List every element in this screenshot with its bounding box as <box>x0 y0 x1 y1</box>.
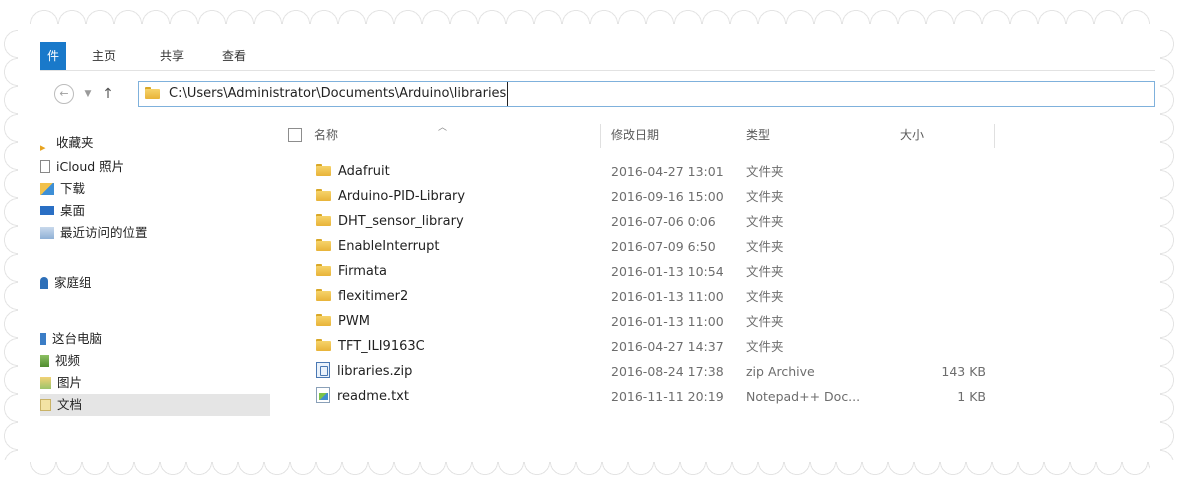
up-button[interactable]: ↑ <box>98 84 118 104</box>
file-size: 1 KB <box>957 389 986 404</box>
file-row[interactable]: libraries.zip 2016-08-24 17:38 zip Archi… <box>288 359 1155 384</box>
file-date: 2016-09-16 15:00 <box>611 189 724 204</box>
file-name: flexitimer2 <box>338 289 409 304</box>
folder-icon <box>316 163 331 176</box>
star-icon: ▸ <box>40 140 46 154</box>
download-icon <box>40 182 54 195</box>
recent-icon <box>40 226 54 239</box>
nav-item-videos[interactable]: 视频 <box>40 350 80 372</box>
file-date: 2016-01-13 10:54 <box>611 264 724 279</box>
tab-file[interactable]: 件 <box>40 42 66 70</box>
folder-icon <box>316 313 331 326</box>
computer-icon <box>40 332 46 345</box>
sort-ascending-icon: ︿ <box>438 123 448 133</box>
desktop-icon <box>40 206 54 215</box>
file-type: 文件夹 <box>746 289 784 304</box>
torn-edge-right <box>1160 30 1178 460</box>
file-date: 2016-08-24 17:38 <box>611 364 724 379</box>
torn-edge-bottom <box>30 462 1150 478</box>
file-name: PWM <box>338 314 370 329</box>
column-header-type[interactable]: 类型 <box>746 122 770 148</box>
file-type: 文件夹 <box>746 314 784 329</box>
column-divider[interactable] <box>600 124 601 148</box>
video-icon <box>40 354 49 367</box>
recent-locations-dropdown[interactable]: ▼ <box>78 84 98 104</box>
folder-icon <box>316 288 331 301</box>
file-name: Firmata <box>338 264 387 279</box>
torn-edge-top <box>30 6 1150 24</box>
file-date: 2016-11-11 20:19 <box>611 389 724 404</box>
file-name: Arduino-PID-Library <box>338 189 466 204</box>
text-file-icon <box>316 386 330 403</box>
file-date: 2016-04-27 13:01 <box>611 164 724 179</box>
folder-icon <box>316 263 331 276</box>
column-header-row: ︿ 名称 修改日期 类型 大小 <box>288 122 1155 148</box>
photo-icon <box>40 160 50 173</box>
file-date: 2016-01-13 11:00 <box>611 314 724 329</box>
file-date: 2016-07-06 0:06 <box>611 214 716 229</box>
folder-icon <box>316 188 331 201</box>
file-row[interactable]: flexitimer2 2016-01-13 11:00 文件夹 <box>288 284 1155 309</box>
nav-item-documents[interactable]: 文档 <box>40 394 270 416</box>
nav-item-downloads[interactable]: 下载 <box>40 178 85 200</box>
file-name: DHT_sensor_library <box>338 214 464 229</box>
nav-item-this-pc[interactable]: 这台电脑 <box>40 328 102 350</box>
file-name: libraries.zip <box>337 364 413 379</box>
folder-icon <box>145 87 160 99</box>
nav-item-icloud-photos[interactable]: iCloud 照片 <box>40 156 124 178</box>
file-type: 文件夹 <box>746 214 784 229</box>
column-header-size[interactable]: 大小 <box>900 122 924 148</box>
navigation-pane: ▸ 收藏夹 iCloud 照片 下载 桌面 最近访问的位置 家庭组 这台电脑 视频… <box>40 128 270 457</box>
folder-icon <box>316 338 331 351</box>
file-date: 2016-01-13 11:00 <box>611 289 724 304</box>
ribbon-tabs: 件 主页 共享 查看 <box>40 42 1155 71</box>
file-size: 143 KB <box>941 364 986 379</box>
file-type: 文件夹 <box>746 189 784 204</box>
select-all-checkbox[interactable] <box>288 128 302 142</box>
tab-share[interactable]: 共享 <box>160 46 184 66</box>
file-row[interactable]: Adafruit 2016-04-27 13:01 文件夹 <box>288 159 1155 184</box>
tab-home[interactable]: 主页 <box>92 46 116 66</box>
file-type: zip Archive <box>746 364 815 379</box>
back-button[interactable]: ← <box>54 84 74 104</box>
file-type: 文件夹 <box>746 239 784 254</box>
nav-item-favorites[interactable]: ▸ 收藏夹 <box>40 132 94 154</box>
column-header-date[interactable]: 修改日期 <box>611 122 659 148</box>
nav-item-pictures[interactable]: 图片 <box>40 372 82 394</box>
file-type: 文件夹 <box>746 264 784 279</box>
address-bar[interactable]: C:\Users\Administrator\Documents\Arduino… <box>138 81 1155 107</box>
file-row[interactable]: readme.txt 2016-11-11 20:19 Notepad++ Do… <box>288 384 1155 409</box>
file-explorer-window: 件 主页 共享 查看 ← ▼ ↑ C:\Users\Administrator\… <box>40 42 1155 457</box>
tab-view[interactable]: 查看 <box>222 46 246 66</box>
file-row[interactable]: Arduino-PID-Library 2016-09-16 15:00 文件夹 <box>288 184 1155 209</box>
homegroup-icon <box>40 276 48 289</box>
file-name: EnableInterrupt <box>338 239 440 254</box>
torn-edge-left <box>0 30 18 460</box>
file-row[interactable]: Firmata 2016-01-13 10:54 文件夹 <box>288 259 1155 284</box>
file-type: Notepad++ Doc... <box>746 389 861 404</box>
address-path[interactable]: C:\Users\Administrator\Documents\Arduino… <box>169 82 509 106</box>
zip-icon <box>316 361 330 378</box>
document-icon <box>40 398 51 411</box>
file-type: 文件夹 <box>746 339 784 354</box>
nav-item-recent-places[interactable]: 最近访问的位置 <box>40 222 148 244</box>
file-row[interactable]: TFT_ILI9163C 2016-04-27 14:37 文件夹 <box>288 334 1155 359</box>
file-name: Adafruit <box>338 164 390 179</box>
folder-icon <box>316 238 331 251</box>
file-row[interactable]: DHT_sensor_library 2016-07-06 0:06 文件夹 <box>288 209 1155 234</box>
file-date: 2016-07-09 6:50 <box>611 239 716 254</box>
file-row[interactable]: EnableInterrupt 2016-07-09 6:50 文件夹 <box>288 234 1155 259</box>
folder-icon <box>316 213 331 226</box>
file-name: TFT_ILI9163C <box>338 339 425 354</box>
nav-item-homegroup[interactable]: 家庭组 <box>40 272 92 294</box>
file-date: 2016-04-27 14:37 <box>611 339 724 354</box>
file-name: readme.txt <box>337 389 409 404</box>
file-type: 文件夹 <box>746 164 784 179</box>
file-row[interactable]: PWM 2016-01-13 11:00 文件夹 <box>288 309 1155 334</box>
picture-icon <box>40 376 51 389</box>
navigation-bar: ← ▼ ↑ C:\Users\Administrator\Documents\A… <box>40 78 1155 110</box>
column-header-name[interactable]: 名称 <box>314 122 338 148</box>
nav-item-desktop[interactable]: 桌面 <box>40 200 85 222</box>
column-divider[interactable] <box>994 124 995 148</box>
